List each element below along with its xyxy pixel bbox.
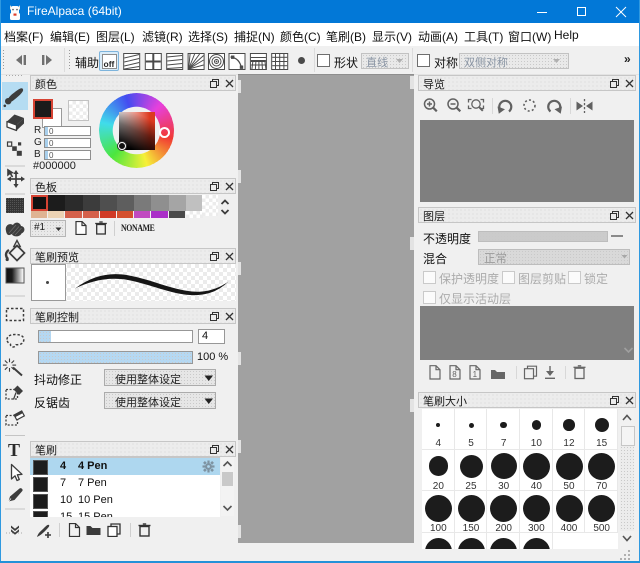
svg-text:T: T [8, 440, 20, 460]
svg-text:1: 1 [473, 370, 478, 379]
svg-text:8: 8 [452, 370, 457, 379]
